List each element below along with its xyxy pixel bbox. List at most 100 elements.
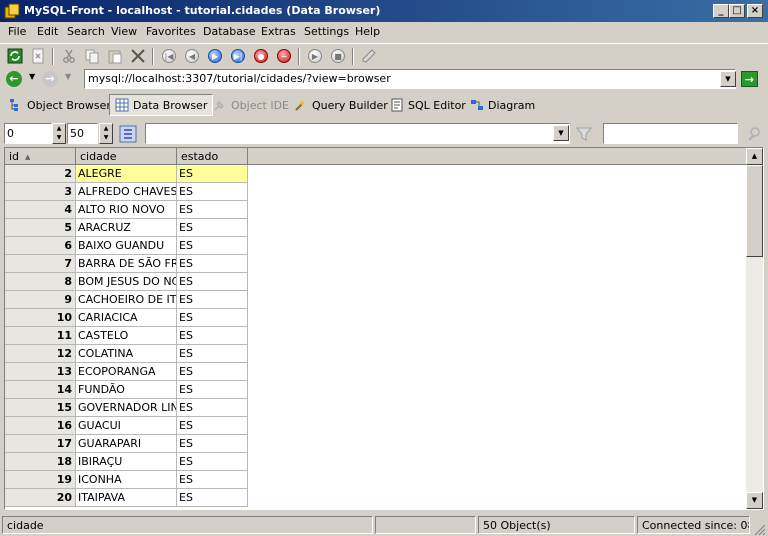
edit-pencil-icon[interactable] xyxy=(360,47,378,65)
cell-estado[interactable]: ES xyxy=(177,399,248,417)
limit-spinner[interactable]: ▲ ▼ xyxy=(99,123,113,144)
table-row[interactable]: 18 IBIRAÇU ES xyxy=(5,453,747,471)
cell-cidade[interactable]: ALTO RIO NOVO xyxy=(76,201,177,219)
cell-cidade[interactable]: BOM JESUS DO NC xyxy=(76,273,177,291)
menu-database[interactable]: Database xyxy=(203,25,256,38)
table-row[interactable]: 5 ARACRUZ ES xyxy=(5,219,747,237)
cell-estado[interactable]: ES xyxy=(177,327,248,345)
next-record-icon[interactable]: ▶ xyxy=(206,47,224,65)
cell-estado[interactable]: ES xyxy=(177,453,248,471)
offset-spinner[interactable]: ▲ ▼ xyxy=(52,123,66,144)
post-record-icon[interactable]: ● xyxy=(252,47,270,65)
column-header-id[interactable]: id ▲ xyxy=(5,148,76,165)
cell-estado[interactable]: ES xyxy=(177,201,248,219)
cell-estado[interactable]: ES xyxy=(177,489,248,507)
address-input[interactable]: mysql://localhost:3307/tutorial/cidades/… xyxy=(84,69,736,89)
table-row[interactable]: 4 ALTO RIO NOVO ES xyxy=(5,201,747,219)
cell-id[interactable]: 19 xyxy=(5,471,76,489)
cell-id[interactable]: 18 xyxy=(5,453,76,471)
cell-id[interactable]: 10 xyxy=(5,309,76,327)
previous-record-icon[interactable]: ◀ xyxy=(183,47,201,65)
search-input[interactable] xyxy=(603,123,738,144)
cell-id[interactable]: 2 xyxy=(5,165,76,183)
limit-toggle-icon[interactable] xyxy=(119,125,137,143)
cell-estado[interactable]: ES xyxy=(177,219,248,237)
scroll-up-arrow-icon[interactable]: ▲ xyxy=(746,148,763,165)
cut-icon[interactable] xyxy=(60,47,78,65)
run-query-icon[interactable]: ▶ xyxy=(306,47,324,65)
cell-cidade[interactable]: IBIRAÇU xyxy=(76,453,177,471)
table-row[interactable]: 9 CACHOEIRO DE ITA ES xyxy=(5,291,747,309)
tab-object-browser[interactable]: Object Browser xyxy=(4,94,116,116)
back-arrow-icon[interactable]: ← xyxy=(6,71,22,87)
cell-cidade[interactable]: ECOPORANGA xyxy=(76,363,177,381)
cancel-record-icon[interactable]: − xyxy=(275,47,293,65)
cell-id[interactable]: 4 xyxy=(5,201,76,219)
table-row[interactable]: 14 FUNDÃO ES xyxy=(5,381,747,399)
table-row[interactable]: 10 CARIACICA ES xyxy=(5,309,747,327)
close-button[interactable]: × xyxy=(747,4,763,18)
scroll-down-arrow-icon[interactable]: ▼ xyxy=(746,492,763,509)
cell-estado[interactable]: ES xyxy=(177,309,248,327)
refresh-icon[interactable] xyxy=(6,47,24,65)
cell-id[interactable]: 14 xyxy=(5,381,76,399)
cell-cidade[interactable]: BARRA DE SÃO FR xyxy=(76,255,177,273)
cell-id[interactable]: 20 xyxy=(5,489,76,507)
cell-estado[interactable]: ES xyxy=(177,273,248,291)
table-row[interactable]: 2 ALEGRE ES xyxy=(5,165,747,183)
table-row[interactable]: 20 ITAIPAVA ES xyxy=(5,489,747,507)
table-row[interactable]: 13 ECOPORANGA ES xyxy=(5,363,747,381)
filter-input[interactable] xyxy=(145,123,570,144)
table-row[interactable]: 12 COLATINA ES xyxy=(5,345,747,363)
size-grip-icon[interactable] xyxy=(752,522,766,536)
last-record-icon[interactable]: ▶| xyxy=(229,47,247,65)
table-row[interactable]: 17 GUARAPARI ES xyxy=(5,435,747,453)
menu-extras[interactable]: Extras xyxy=(261,25,296,38)
cell-cidade[interactable]: CASTELO xyxy=(76,327,177,345)
cell-cidade[interactable]: ALFREDO CHAVES xyxy=(76,183,177,201)
forward-arrow-icon[interactable]: → xyxy=(42,71,58,87)
cell-cidade[interactable]: ICONHA xyxy=(76,471,177,489)
table-row[interactable]: 15 GOVERNADOR LIN ES xyxy=(5,399,747,417)
vertical-scrollbar[interactable]: ▲ ▼ xyxy=(746,148,763,509)
column-header-estado[interactable]: estado xyxy=(177,148,248,165)
cell-cidade[interactable]: ARACRUZ xyxy=(76,219,177,237)
cell-cidade[interactable]: ALEGRE xyxy=(76,165,177,183)
menu-file[interactable]: File xyxy=(8,25,26,38)
maximize-button[interactable]: □ xyxy=(729,4,745,18)
cell-id[interactable]: 5 xyxy=(5,219,76,237)
cell-id[interactable]: 11 xyxy=(5,327,76,345)
cell-estado[interactable]: ES xyxy=(177,345,248,363)
table-row[interactable]: 16 GUACUI ES xyxy=(5,417,747,435)
cell-estado[interactable]: ES xyxy=(177,183,248,201)
cell-estado[interactable]: ES xyxy=(177,237,248,255)
table-row[interactable]: 7 BARRA DE SÃO FR ES xyxy=(5,255,747,273)
cell-id[interactable]: 16 xyxy=(5,417,76,435)
table-row[interactable]: 3 ALFREDO CHAVES ES xyxy=(5,183,747,201)
stop-query-icon[interactable]: ■ xyxy=(329,47,347,65)
cell-cidade[interactable]: GUARAPARI xyxy=(76,435,177,453)
data-grid[interactable]: id ▲ cidade estado 2 ALEGRE ES 3 ALFREDO CHA… xyxy=(4,147,764,510)
cell-cidade[interactable]: CACHOEIRO DE ITA xyxy=(76,291,177,309)
cell-cidade[interactable]: FUNDÃO xyxy=(76,381,177,399)
cell-estado[interactable]: ES xyxy=(177,471,248,489)
menu-edit[interactable]: Edit xyxy=(37,25,58,38)
cell-estado[interactable]: ES xyxy=(177,291,248,309)
table-row[interactable]: 11 CASTELO ES xyxy=(5,327,747,345)
tab-diagram[interactable]: Diagram xyxy=(465,94,540,116)
table-row[interactable]: 6 BAIXO GUANDU ES xyxy=(5,237,747,255)
table-row[interactable]: 19 ICONHA ES xyxy=(5,471,747,489)
cell-estado[interactable]: ES xyxy=(177,165,248,183)
cell-id[interactable]: 15 xyxy=(5,399,76,417)
limit-input[interactable]: 50 xyxy=(67,123,98,144)
go-arrow-icon[interactable]: → xyxy=(741,71,758,87)
address-dropdown-icon[interactable]: ▼ xyxy=(720,71,736,87)
copy-icon[interactable] xyxy=(83,47,101,65)
cell-estado[interactable]: ES xyxy=(177,435,248,453)
tab-query-builder[interactable]: Query Builder xyxy=(289,94,393,116)
close-document-icon[interactable] xyxy=(29,47,47,65)
delete-icon[interactable] xyxy=(129,47,147,65)
menu-help[interactable]: Help xyxy=(355,25,380,38)
menu-favorites[interactable]: Favorites xyxy=(146,25,196,38)
menu-settings[interactable]: Settings xyxy=(304,25,349,38)
